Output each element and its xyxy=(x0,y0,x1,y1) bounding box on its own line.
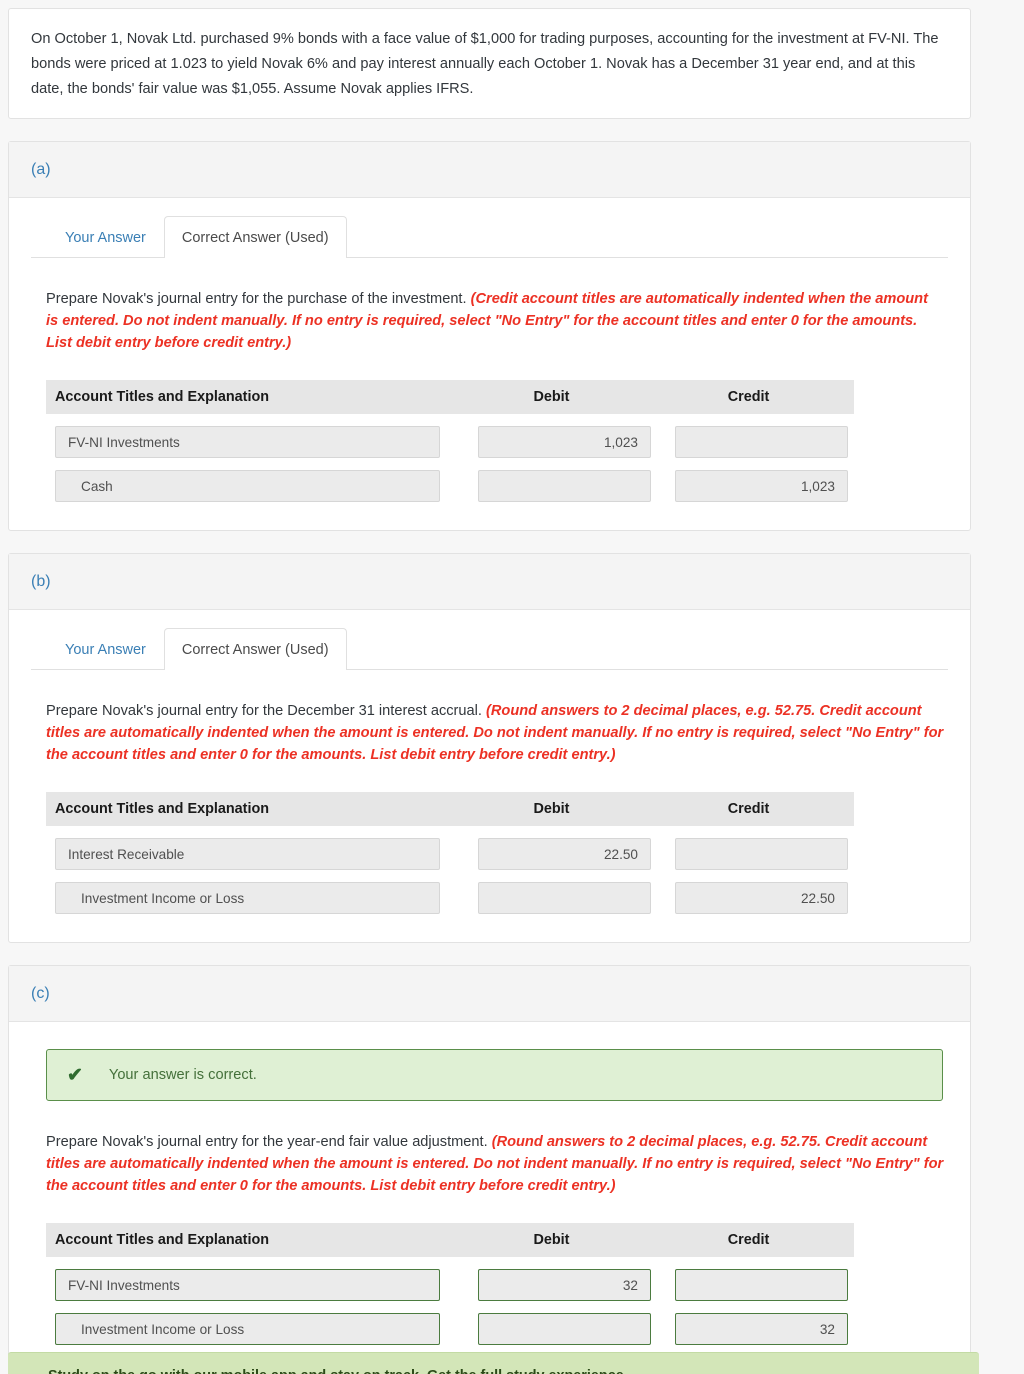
journal-table-header-a: Account Titles and Explanation Debit Cre… xyxy=(46,380,854,414)
journal-table-header-b: Account Titles and Explanation Debit Cre… xyxy=(46,792,854,826)
part-header-a: (a) xyxy=(9,142,970,198)
journal-table-a: Account Titles and Explanation Debit Cre… xyxy=(46,380,854,502)
credit-amount-input[interactable] xyxy=(675,838,848,870)
journal-table-b: Account Titles and Explanation Debit Cre… xyxy=(46,792,854,914)
part-header-c: (c) xyxy=(9,966,970,1022)
prompt-b: Prepare Novak's journal entry for the De… xyxy=(31,700,948,766)
column-header-credit-c: Credit xyxy=(727,1232,770,1248)
tab-correct-answer-b[interactable]: Correct Answer (Used) xyxy=(163,628,347,670)
journal-table-c: Account Titles and Explanation Debit Cre… xyxy=(46,1223,854,1345)
cell-debit: 1,023 xyxy=(453,426,651,458)
tab-correct-answer-a[interactable]: Correct Answer (Used) xyxy=(163,216,347,258)
part-label-c: (c) xyxy=(31,985,50,1002)
column-header-credit-a: Credit xyxy=(727,389,770,405)
alert-message: Your answer is correct. xyxy=(108,1067,257,1083)
debit-amount-input[interactable] xyxy=(478,1313,651,1345)
table-row: Cash 1,023 xyxy=(46,470,854,502)
credit-amount-input[interactable] xyxy=(675,1269,848,1301)
account-title-input[interactable]: Investment Income or Loss xyxy=(55,1313,440,1345)
problem-statement-card: On October 1, Novak Ltd. purchased 9% bo… xyxy=(8,8,971,119)
bottom-promo-bar[interactable]: Study on the go with our mobile app and … xyxy=(8,1352,979,1374)
column-header-debit-a: Debit xyxy=(533,389,570,405)
credit-amount-input[interactable]: 22.50 xyxy=(675,882,848,914)
credit-amount-input[interactable]: 32 xyxy=(675,1313,848,1345)
part-section-a: (a) Your Answer Correct Answer (Used) Pr… xyxy=(8,141,971,531)
check-icon: ✔ xyxy=(67,1064,83,1086)
cell-credit xyxy=(650,426,848,458)
page-root: On October 1, Novak Ltd. purchased 9% bo… xyxy=(0,0,1024,1374)
table-row: Investment Income or Loss 32 xyxy=(46,1313,854,1345)
status-badge-correct: ✔ Your answer is correct. xyxy=(46,1049,943,1101)
debit-amount-input[interactable] xyxy=(478,882,651,914)
account-title-input[interactable]: Investment Income or Loss xyxy=(55,882,440,914)
prompt-a: Prepare Novak's journal entry for the pu… xyxy=(31,288,948,354)
cell-credit xyxy=(650,838,848,870)
cell-debit xyxy=(453,470,651,502)
cell-debit xyxy=(453,882,651,914)
column-header-debit-b: Debit xyxy=(533,801,570,817)
credit-amount-input[interactable]: 1,023 xyxy=(675,470,848,502)
cell-credit: 1,023 xyxy=(650,470,848,502)
part-body-b: Your Answer Correct Answer (Used) Prepar… xyxy=(9,610,970,942)
cell-account: FV-NI Investments xyxy=(46,1269,453,1301)
cell-credit: 32 xyxy=(650,1313,848,1345)
table-row: Interest Receivable 22.50 xyxy=(46,838,854,870)
tab-your-answer-a[interactable]: Your Answer xyxy=(47,216,164,258)
prompt-main-c: Prepare Novak's journal entry for the ye… xyxy=(46,1134,488,1150)
cell-credit: 22.50 xyxy=(650,882,848,914)
cell-account: Cash xyxy=(46,470,453,502)
part-body-c: ✔ Your answer is correct. Prepare Novak'… xyxy=(9,1022,970,1373)
problem-statement-text: On October 1, Novak Ltd. purchased 9% bo… xyxy=(31,31,939,97)
table-row: FV-NI Investments 32 xyxy=(46,1269,854,1301)
debit-amount-input[interactable]: 32 xyxy=(478,1269,651,1301)
column-header-credit-b: Credit xyxy=(727,801,770,817)
cell-account: Investment Income or Loss xyxy=(46,882,453,914)
prompt-main-b: Prepare Novak's journal entry for the De… xyxy=(46,703,482,719)
column-header-account-a: Account Titles and Explanation xyxy=(55,389,270,405)
column-header-account-b: Account Titles and Explanation xyxy=(55,801,270,817)
cell-debit: 32 xyxy=(453,1269,651,1301)
prompt-main-a: Prepare Novak's journal entry for the pu… xyxy=(46,291,467,307)
table-row: Investment Income or Loss 22.50 xyxy=(46,882,854,914)
debit-amount-input[interactable]: 1,023 xyxy=(478,426,651,458)
part-body-a: Your Answer Correct Answer (Used) Prepar… xyxy=(9,198,970,530)
part-section-b: (b) Your Answer Correct Answer (Used) Pr… xyxy=(8,553,971,943)
account-title-input[interactable]: FV-NI Investments xyxy=(55,1269,440,1301)
debit-amount-input[interactable] xyxy=(478,470,651,502)
tab-bar-a: Your Answer Correct Answer (Used) xyxy=(31,216,948,258)
bottom-promo-text: Study on the go with our mobile app and … xyxy=(8,1366,979,1374)
column-header-account-c: Account Titles and Explanation xyxy=(55,1232,270,1248)
tab-bar-b: Your Answer Correct Answer (Used) xyxy=(31,628,948,670)
column-header-debit-c: Debit xyxy=(533,1232,570,1248)
part-label-a: (a) xyxy=(31,161,51,178)
cell-account: Interest Receivable xyxy=(46,838,453,870)
journal-table-header-c: Account Titles and Explanation Debit Cre… xyxy=(46,1223,854,1257)
debit-amount-input[interactable]: 22.50 xyxy=(478,838,651,870)
part-header-b: (b) xyxy=(9,554,970,610)
cell-debit xyxy=(453,1313,651,1345)
cell-account: FV-NI Investments xyxy=(46,426,453,458)
part-section-c: (c) ✔ Your answer is correct. Prepare No… xyxy=(8,965,971,1374)
account-title-input[interactable]: FV-NI Investments xyxy=(55,426,440,458)
tab-your-answer-b[interactable]: Your Answer xyxy=(47,628,164,670)
credit-amount-input[interactable] xyxy=(675,426,848,458)
cell-debit: 22.50 xyxy=(453,838,651,870)
cell-credit xyxy=(650,1269,848,1301)
part-label-b: (b) xyxy=(31,573,51,590)
account-title-input[interactable]: Interest Receivable xyxy=(55,838,440,870)
table-row: FV-NI Investments 1,023 xyxy=(46,426,854,458)
prompt-c: Prepare Novak's journal entry for the ye… xyxy=(31,1131,948,1197)
cell-account: Investment Income or Loss xyxy=(46,1313,453,1345)
account-title-input[interactable]: Cash xyxy=(55,470,440,502)
